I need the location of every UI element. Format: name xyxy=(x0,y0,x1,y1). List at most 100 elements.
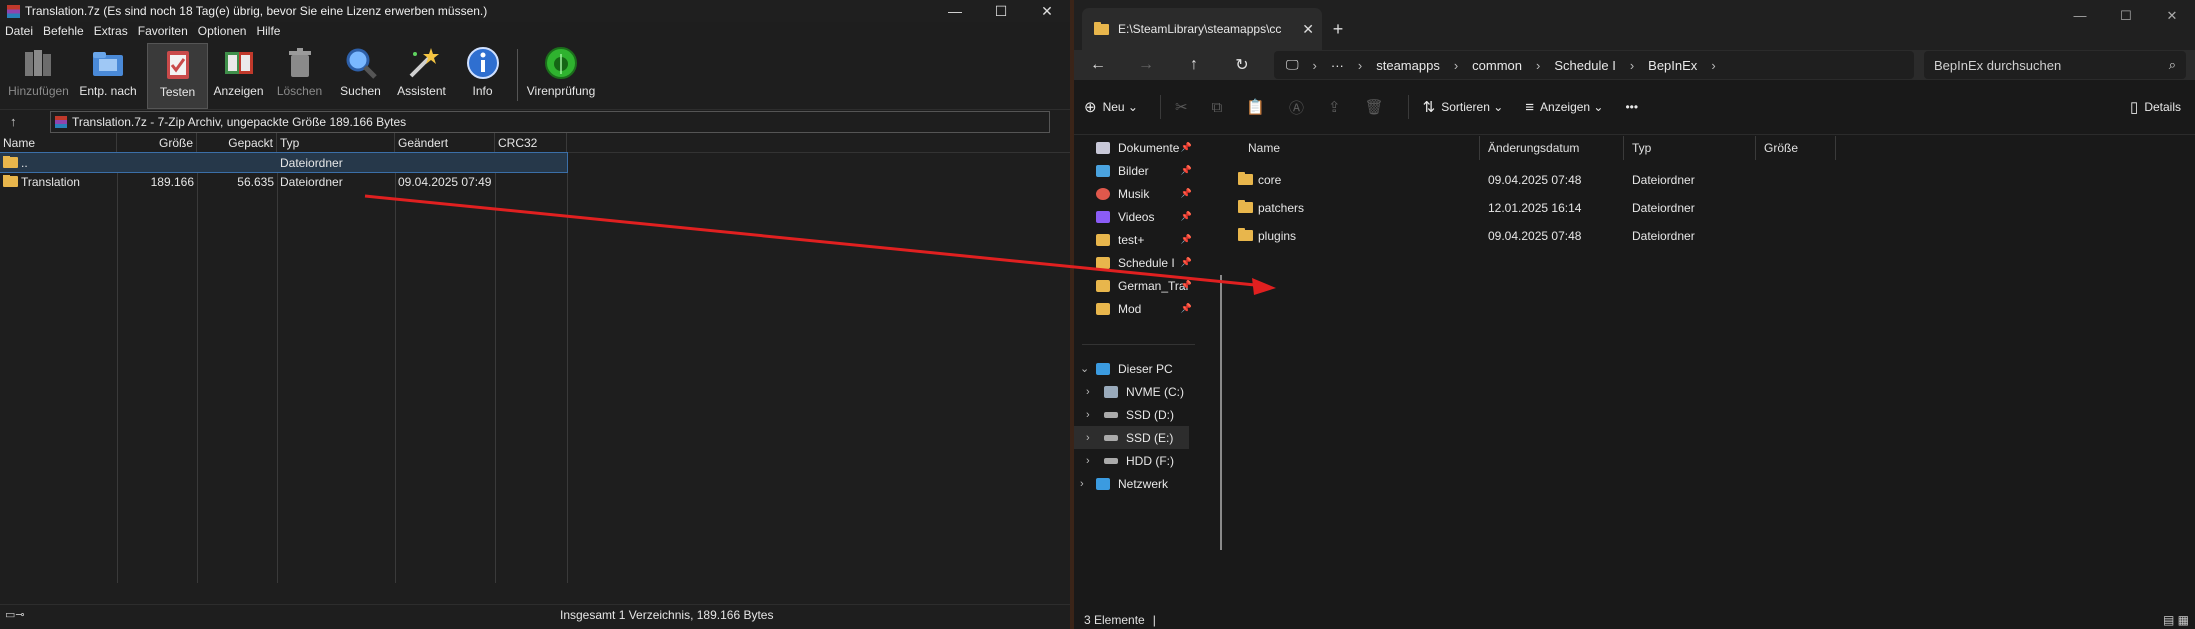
pin-icon: 📌 xyxy=(1180,165,1192,175)
chevron-down-icon[interactable]: ⌄ xyxy=(1080,362,1089,375)
menu-favoriten[interactable]: Favoriten xyxy=(136,24,194,38)
menu-optionen[interactable]: Optionen xyxy=(196,24,253,38)
chevron-right-icon[interactable]: › xyxy=(1086,386,1090,398)
drive-icon xyxy=(1104,385,1118,398)
breadcrumb-common[interactable]: common xyxy=(1472,58,1522,73)
delete-icon[interactable]: 🗑 xyxy=(1365,98,1384,116)
refresh-icon[interactable]: ↻ xyxy=(1218,55,1266,75)
search-input[interactable]: BepInEx durchsuchen ⌕ xyxy=(1924,51,2186,79)
paste-icon[interactable]: 📋 xyxy=(1246,98,1265,116)
column-size[interactable]: Größe xyxy=(117,132,197,153)
folder-icon xyxy=(1096,256,1110,269)
folder-icon xyxy=(3,174,18,187)
virus-scan-button[interactable]: Virenprüfung xyxy=(522,43,600,109)
view-toggle-icons[interactable]: ▤ ▦ xyxy=(2163,613,2189,627)
search-button[interactable]: Suchen xyxy=(330,43,391,109)
pin-icon: 📌 xyxy=(1180,211,1192,221)
copy-icon[interactable]: ⧉ xyxy=(1212,99,1223,116)
chevron-right-icon[interactable]: › xyxy=(1086,455,1090,467)
nav-item-drive-f[interactable]: › HDD (F:) xyxy=(1074,449,1201,472)
test-button[interactable]: Testen xyxy=(147,43,208,109)
magic-wand-icon xyxy=(405,46,439,80)
maximize-button[interactable]: ☐ xyxy=(2103,0,2149,32)
table-row[interactable]: .. Dateiordner xyxy=(0,152,568,173)
info-button[interactable]: Info xyxy=(452,43,513,109)
column-type[interactable]: Typ xyxy=(277,132,395,153)
column-date[interactable]: Änderungsdatum xyxy=(1480,136,1624,160)
chevron-right-icon[interactable]: › xyxy=(1086,432,1090,444)
column-type[interactable]: Typ xyxy=(1624,136,1756,160)
drive-icon xyxy=(1104,457,1118,464)
column-modified[interactable]: Geändert xyxy=(395,132,495,153)
up-arrow-icon[interactable]: ↑ xyxy=(1170,56,1218,74)
nav-scrollbar[interactable] xyxy=(1220,275,1222,550)
nav-item-videos[interactable]: Videos 📌 xyxy=(1074,205,1201,228)
forward-arrow-icon[interactable]: → xyxy=(1122,56,1170,74)
new-tab-button[interactable]: + xyxy=(1322,8,1354,50)
minimize-button[interactable]: — xyxy=(2057,0,2103,32)
new-button[interactable]: ⊕ Neu ⌄ xyxy=(1084,98,1138,116)
breadcrumb-overflow[interactable]: ··· xyxy=(1331,58,1344,73)
column-name[interactable]: Name xyxy=(0,132,117,153)
close-button[interactable]: ✕ xyxy=(1024,3,1070,20)
column-name[interactable]: Name xyxy=(1228,136,1480,160)
extract-to-button[interactable]: Entp. nach xyxy=(69,43,147,109)
menu-hilfe[interactable]: Hilfe xyxy=(254,24,286,38)
table-row[interactable]: Translation 189.166 56.635 Dateiordner 0… xyxy=(0,172,1070,191)
details-button[interactable]: ▯ Details xyxy=(2130,98,2181,116)
minimize-button[interactable]: — xyxy=(932,3,978,20)
breadcrumb-bepinex[interactable]: BepInEx xyxy=(1648,58,1697,73)
nav-item-test[interactable]: test+ 📌 xyxy=(1074,228,1201,251)
more-options-icon[interactable]: ••• xyxy=(1625,100,1638,114)
add-button[interactable]: Hinzufügen xyxy=(8,43,69,109)
chevron-right-icon[interactable]: › xyxy=(1080,478,1084,490)
monitor-icon[interactable]: 🖵 xyxy=(1286,57,1299,73)
winrar-window: Translation.7z (Es sind noch 18 Tag(e) ü… xyxy=(0,0,1070,629)
folder-icon xyxy=(1096,279,1110,292)
back-arrow-icon[interactable]: ← xyxy=(1074,56,1122,74)
maximize-button[interactable]: ☐ xyxy=(978,3,1024,20)
column-packed[interactable]: Gepackt xyxy=(197,132,277,153)
chevron-right-icon[interactable]: › xyxy=(1086,409,1090,421)
close-button[interactable]: ✕ xyxy=(2149,0,2195,32)
view-button[interactable]: Anzeigen xyxy=(208,43,269,109)
nav-item-dokumente[interactable]: Dokumente 📌 xyxy=(1074,136,1201,159)
list-item[interactable]: plugins 09.04.2025 07:48 Dateiordner xyxy=(1228,222,2195,250)
nav-item-drive-e[interactable]: › SSD (E:) xyxy=(1074,426,1189,449)
archive-path-field[interactable]: Translation.7z - 7-Zip Archiv, ungepackt… xyxy=(50,110,1050,133)
nav-item-this-pc[interactable]: ⌄ Dieser PC xyxy=(1074,357,1201,380)
nav-item-mod[interactable]: Mod 📌 xyxy=(1074,297,1201,320)
nav-item-drive-d[interactable]: › SSD (D:) xyxy=(1074,403,1201,426)
share-icon[interactable]: ⇪ xyxy=(1328,98,1341,116)
up-arrow-icon[interactable]: ↑ xyxy=(10,114,30,129)
wizard-button[interactable]: Assistent xyxy=(391,43,452,109)
cut-icon[interactable]: ✂ xyxy=(1175,98,1188,116)
drive-icon xyxy=(1104,411,1118,418)
nav-item-bilder[interactable]: Bilder 📌 xyxy=(1074,159,1201,182)
breadcrumb-schedule-i[interactable]: Schedule I xyxy=(1554,58,1615,73)
nav-item-drive-c[interactable]: › NVME (C:) xyxy=(1074,380,1201,403)
nav-item-network[interactable]: › Netzwerk xyxy=(1074,472,1201,495)
view-icon: ≡ xyxy=(1525,98,1535,116)
nav-item-schedule-i[interactable]: Schedule I 📌 xyxy=(1074,251,1201,274)
pictures-icon xyxy=(1096,164,1110,177)
menu-befehle[interactable]: Befehle xyxy=(41,24,90,38)
column-crc32[interactable]: CRC32 xyxy=(495,132,567,153)
list-item[interactable]: patchers 12.01.2025 16:14 Dateiordner xyxy=(1228,194,2195,222)
list-item[interactable]: core 09.04.2025 07:48 Dateiordner xyxy=(1228,166,2195,194)
delete-button[interactable]: Löschen xyxy=(269,43,330,109)
tab-current-folder[interactable]: E:\SteamLibrary\steamapps\cc ✕ xyxy=(1082,8,1322,50)
column-size[interactable]: Größe xyxy=(1756,136,1836,160)
sort-button[interactable]: ⇅ Sortieren ⌄ xyxy=(1423,98,1504,116)
close-tab-icon[interactable]: ✕ xyxy=(1302,21,1314,38)
breadcrumb-steamapps[interactable]: steamapps xyxy=(1376,58,1440,73)
nav-item-musik[interactable]: Musik 📌 xyxy=(1074,182,1201,205)
drive-icon xyxy=(1104,434,1118,441)
menu-extras[interactable]: Extras xyxy=(92,24,134,38)
nav-item-german-translation[interactable]: German_Trar 📌 xyxy=(1074,274,1201,297)
status-bar: 3 Elemente | ▤ ▦ xyxy=(1084,613,2189,627)
documents-icon xyxy=(1096,141,1110,154)
rename-icon[interactable]: Ⓐ xyxy=(1289,97,1304,118)
view-button[interactable]: ≡ Anzeigen ⌄ xyxy=(1525,99,1603,116)
menu-datei[interactable]: Datei xyxy=(3,24,39,38)
